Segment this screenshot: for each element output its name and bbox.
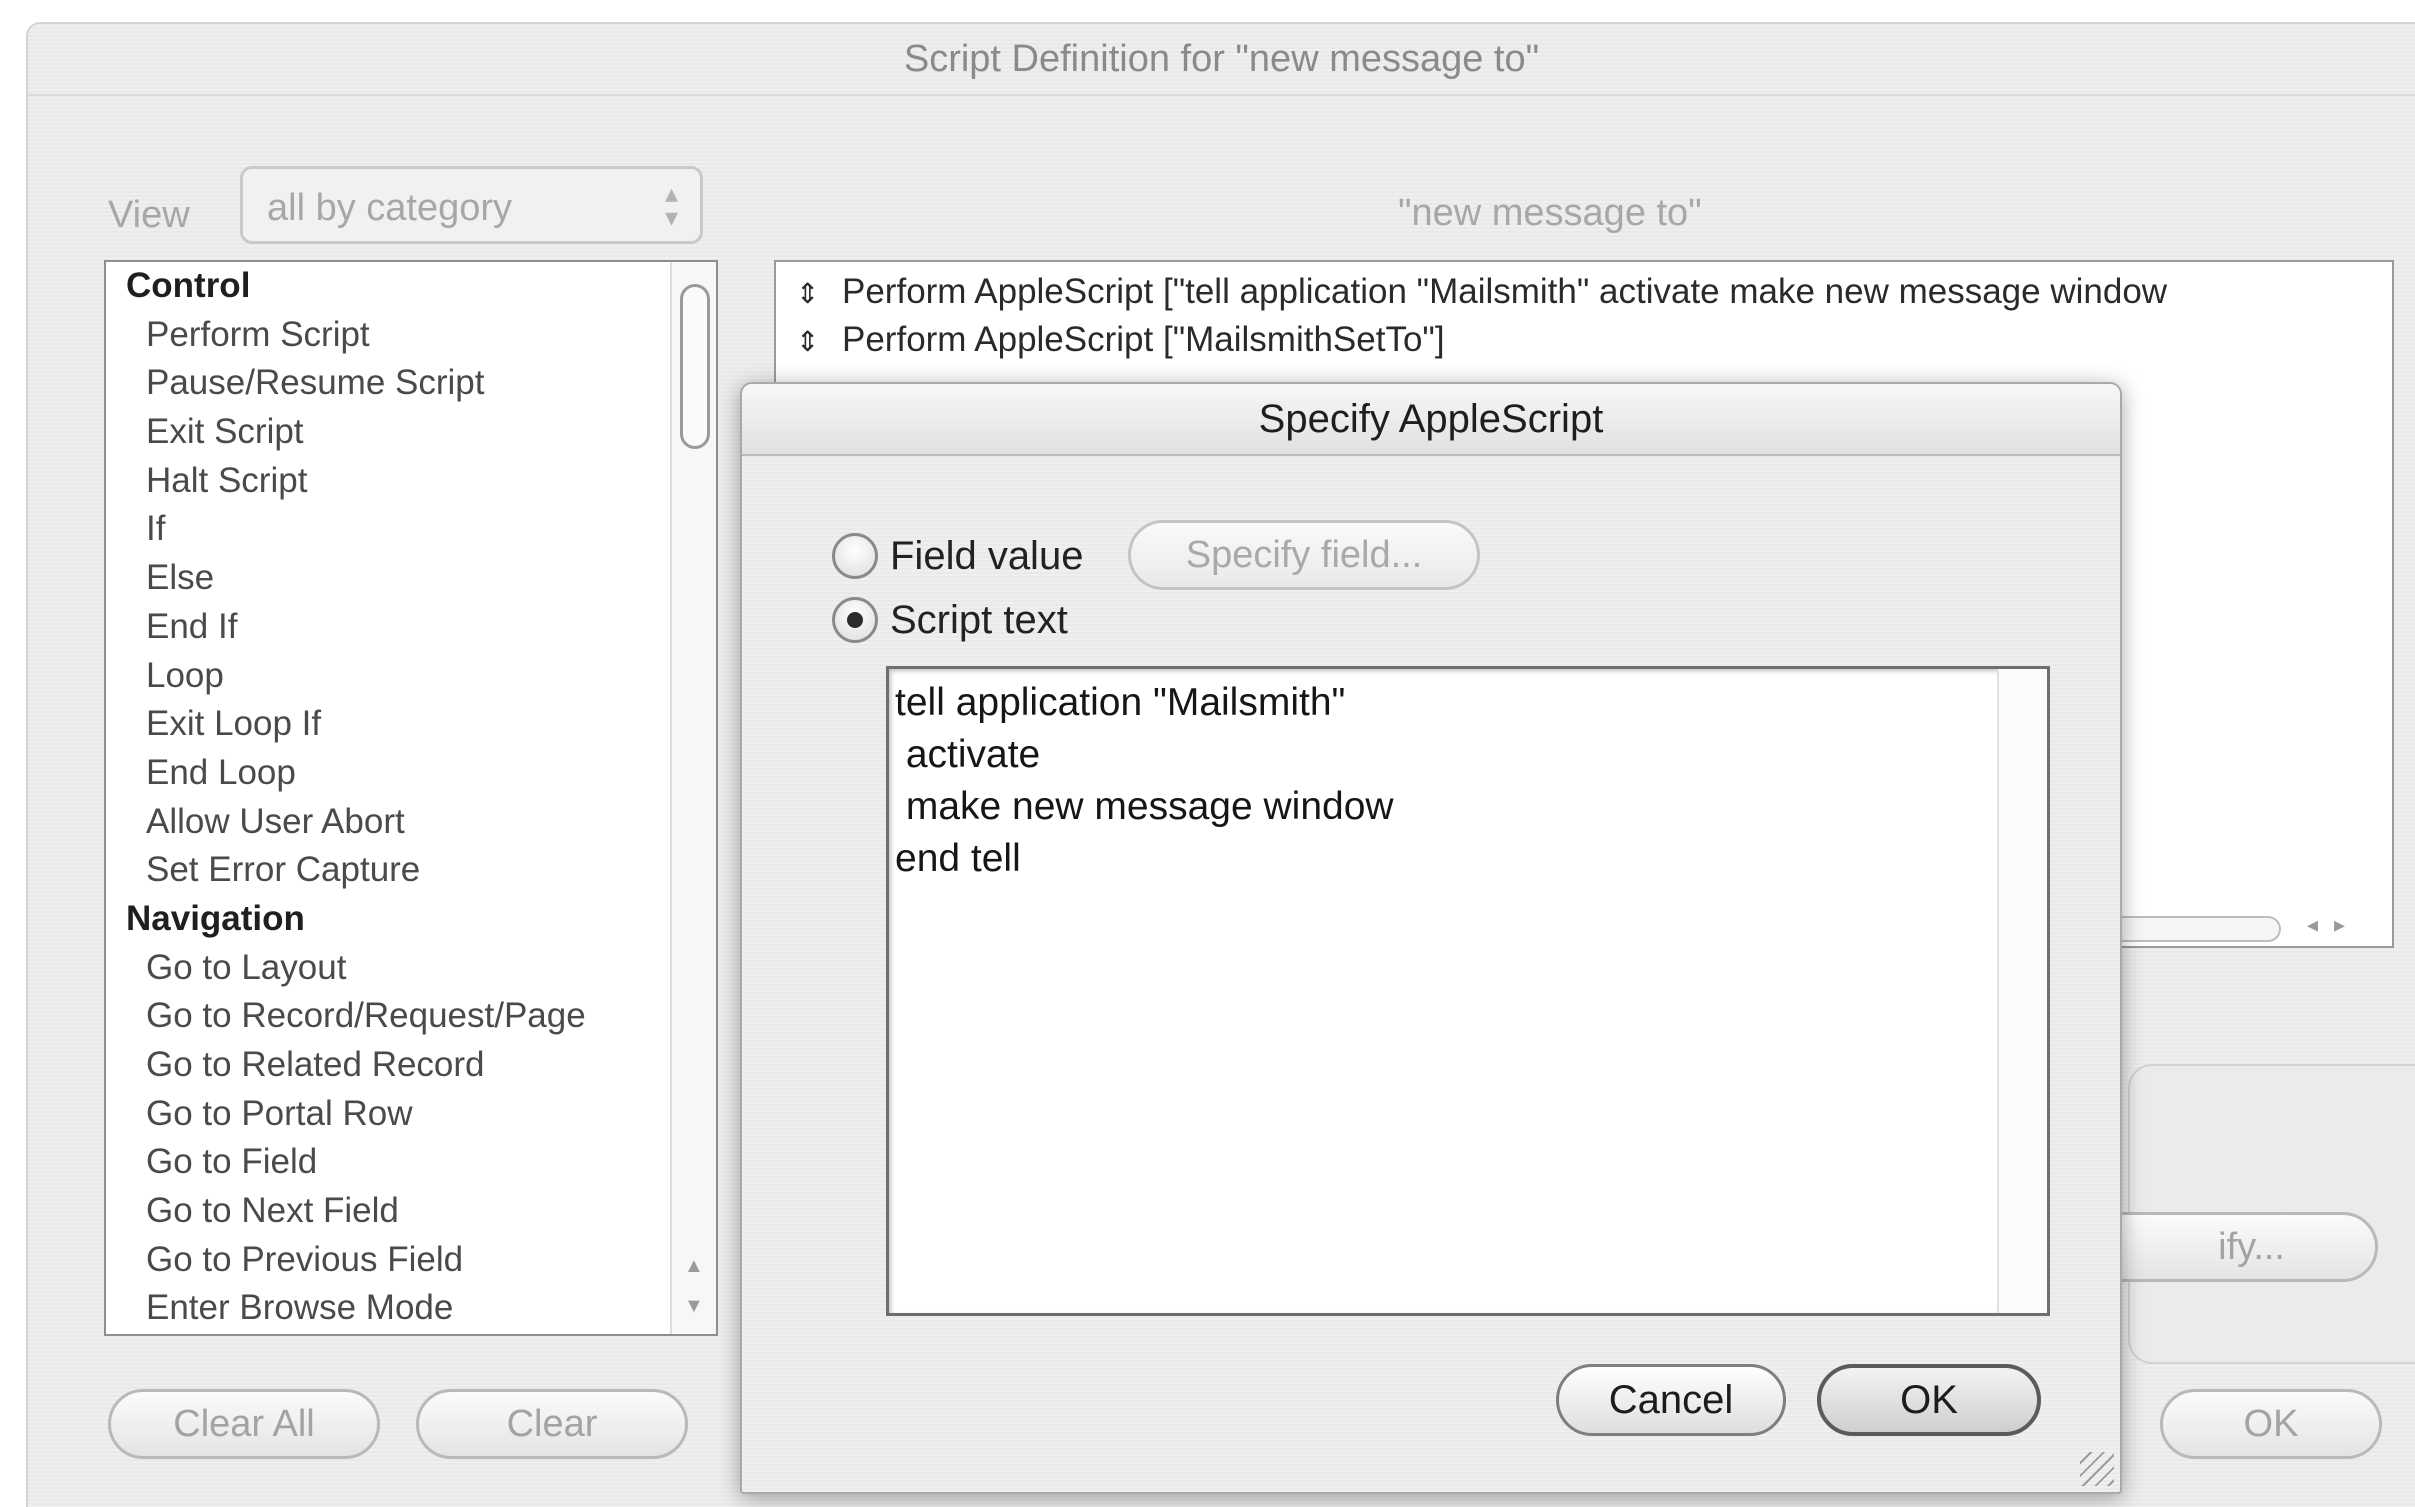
dialog-title: Specify AppleScript	[742, 384, 2120, 456]
step-list-item[interactable]: Enter Browse Mode	[106, 1284, 716, 1333]
steps-scrollbar[interactable]: ▲ ▼	[670, 262, 716, 1334]
scroll-left-right-arrows-icon[interactable]: ◂▸	[2307, 912, 2361, 938]
script-steps-list[interactable]: Control Perform Script Pause/Resume Script…	[104, 260, 718, 1336]
horizontal-scroll-track[interactable]	[2111, 916, 2281, 942]
step-list-item[interactable]: If	[106, 505, 716, 554]
step-list-item[interactable]: Allow User Abort	[106, 798, 716, 847]
script-step-text: Perform AppleScript ["tell application "…	[842, 272, 2168, 311]
script-text-radio[interactable]	[832, 597, 878, 643]
step-list-item[interactable]: Set Error Capture	[106, 846, 716, 895]
step-list-item[interactable]: End If	[106, 603, 716, 652]
step-list-item[interactable]: Perform Script	[106, 311, 716, 360]
step-list-item[interactable]: Go to Record/Request/Page	[106, 992, 716, 1041]
view-popup-value: all by category	[267, 187, 513, 229]
step-list-item[interactable]: Halt Script	[106, 457, 716, 506]
steps-items: Control Perform Script Pause/Resume Script…	[106, 262, 716, 1333]
specify-applescript-dialog: Specify AppleScript Field value Specify …	[740, 382, 2122, 1494]
specify-field-button[interactable]: Specify field...	[1128, 520, 1480, 590]
ok-button[interactable]: OK	[1817, 1364, 2041, 1436]
script-step-row[interactable]: ⇕ Perform AppleScript ["tell application …	[796, 272, 2167, 312]
view-label: View	[108, 194, 190, 236]
script-step-text: Perform AppleScript ["MailsmithSetTo"]	[842, 320, 1445, 359]
field-value-option[interactable]: Field value	[832, 530, 1083, 582]
scroll-down-arrow-icon[interactable]: ▼	[684, 1295, 704, 1318]
field-value-label: Field value	[890, 533, 1084, 578]
drag-handle-icon[interactable]: ⇕	[796, 325, 842, 358]
step-list-item[interactable]: Go to Field	[106, 1138, 716, 1187]
script-step-row[interactable]: ⇕ Perform AppleScript ["MailsmithSetTo"]	[796, 320, 1445, 360]
field-value-radio[interactable]	[832, 533, 878, 579]
script-text-content[interactable]: tell application "Mailsmith" activate ma…	[895, 677, 1987, 1313]
main-ok-button[interactable]: OK	[2160, 1389, 2382, 1459]
view-popup[interactable]: all by category ▴ ▾	[240, 166, 703, 244]
popup-arrows-icon: ▴ ▾	[664, 178, 678, 232]
cancel-button[interactable]: Cancel	[1556, 1364, 1786, 1436]
step-list-item[interactable]: Go to Portal Row	[106, 1090, 716, 1139]
editor-scrollbar[interactable]	[1997, 669, 2047, 1313]
step-list-item[interactable]: Exit Script	[106, 408, 716, 457]
clear-button[interactable]: Clear	[416, 1389, 688, 1459]
resize-grip-icon[interactable]	[2080, 1452, 2114, 1486]
window-title: Script Definition for "new message to"	[28, 24, 2415, 96]
script-name: "new message to"	[1398, 192, 1702, 234]
drag-handle-icon[interactable]: ⇕	[796, 277, 842, 310]
script-text-editor[interactable]: tell application "Mailsmith" activate ma…	[886, 666, 2050, 1316]
script-text-option[interactable]: Script text	[832, 594, 1068, 646]
step-list-item[interactable]: Loop	[106, 652, 716, 701]
steps-scroll-thumb[interactable]	[680, 284, 710, 449]
scroll-up-arrow-icon[interactable]: ▲	[684, 1255, 704, 1278]
step-list-item[interactable]: End Loop	[106, 749, 716, 798]
step-list-item[interactable]: Go to Previous Field	[106, 1236, 716, 1285]
clear-all-button[interactable]: Clear All	[108, 1389, 380, 1459]
step-list-item[interactable]: Go to Layout	[106, 944, 716, 993]
horizontal-scrollbar[interactable]: ◂▸	[2111, 912, 2381, 946]
step-category-header: Navigation	[126, 898, 305, 938]
step-list-item[interactable]: Go to Next Field	[106, 1187, 716, 1236]
step-list-item[interactable]: Else	[106, 554, 716, 603]
step-list-item[interactable]: Exit Loop If	[106, 700, 716, 749]
script-text-label: Script text	[890, 597, 1068, 642]
step-list-item[interactable]: Go to Related Record	[106, 1041, 716, 1090]
step-category-header: Control	[126, 266, 251, 305]
step-list-item[interactable]: Pause/Resume Script	[106, 359, 716, 408]
specify-step-button[interactable]: ify...	[2078, 1212, 2378, 1282]
